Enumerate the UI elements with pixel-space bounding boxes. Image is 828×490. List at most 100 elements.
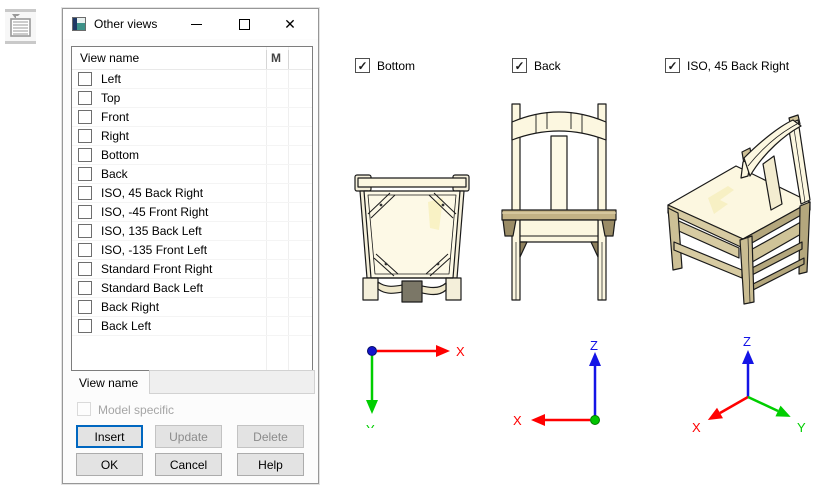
list-item-label: Bottom	[101, 148, 139, 162]
view-toggle-label: ISO, 45 Back Right	[687, 59, 789, 73]
chair-iso-view-drawing	[660, 112, 815, 312]
column-header-view-name: View name	[80, 51, 139, 65]
check-icon: ✓	[514, 59, 524, 73]
list-item-label: Back Right	[101, 300, 159, 314]
check-icon: ✓	[667, 59, 677, 73]
checkbox[interactable]	[78, 72, 92, 86]
ok-button[interactable]: OK	[76, 453, 143, 476]
y-axis-arrow	[748, 397, 778, 411]
list-item-label: ISO, 135 Back Left	[101, 224, 202, 238]
update-button[interactable]: Update	[155, 425, 222, 448]
axis-triad-iso-view: Z X Y	[680, 333, 820, 441]
list-item-label: Standard Back Left	[101, 281, 203, 295]
insert-button[interactable]: Insert	[76, 425, 143, 448]
list-item-label: Back Left	[101, 319, 151, 333]
app-icon	[72, 17, 86, 31]
checkbox[interactable]	[78, 91, 92, 105]
other-views-dialog: Other views ✕ View name M Left Top Front…	[62, 8, 319, 484]
list-item-iso-neg45-front-right[interactable]: ISO, -45 Front Right	[72, 203, 312, 222]
z-axis-dot	[368, 347, 377, 356]
list-item-iso-neg135-front-left[interactable]: ISO, -135 Front Left	[72, 241, 312, 260]
checkbox[interactable]	[78, 281, 92, 295]
header-divider	[288, 50, 289, 69]
list-item-back[interactable]: Back	[72, 165, 312, 184]
axis-triad-bottom-view: X Y	[352, 338, 470, 428]
list-item-right[interactable]: Right	[72, 127, 312, 146]
checkbox[interactable]	[78, 205, 92, 219]
list-item-label: Top	[101, 91, 120, 105]
list-item-label: Back	[101, 167, 128, 181]
z-axis-label: Z	[743, 334, 751, 349]
checkbox[interactable]	[78, 224, 92, 238]
list-item-left[interactable]: Left	[72, 70, 312, 89]
y-axis-dot	[591, 416, 600, 425]
list-item-label: Left	[101, 72, 121, 86]
x-axis-label: X	[456, 344, 465, 359]
list-item-label: ISO, -135 Front Left	[101, 243, 207, 257]
maximize-icon	[239, 19, 250, 30]
view-name-input[interactable]	[149, 370, 315, 394]
list-item-label: Standard Front Right	[101, 262, 212, 276]
checkbox[interactable]	[78, 262, 92, 276]
column-header-m: M	[271, 51, 281, 65]
list-item-back-right[interactable]: Back Right	[72, 298, 312, 317]
y-axis-label: Y	[366, 422, 375, 428]
checkbox[interactable]	[78, 243, 92, 257]
model-specific-checkbox[interactable]	[77, 402, 91, 416]
help-button[interactable]: Help	[237, 453, 304, 476]
minimize-icon	[191, 24, 202, 25]
checkbox-checked[interactable]: ✓	[665, 58, 680, 73]
chair-bottom-view-drawing	[350, 172, 474, 308]
checkbox[interactable]	[78, 186, 92, 200]
view-toggle-iso-45-back-right[interactable]: ✓ ISO, 45 Back Right	[665, 58, 789, 73]
list-header: View name M	[72, 47, 312, 70]
checkbox[interactable]	[78, 300, 92, 314]
icon-top-bar	[5, 9, 36, 12]
view-toggle-bottom[interactable]: ✓ Bottom	[355, 58, 415, 73]
view-list[interactable]: View name M Left Top Front Right Bottom …	[71, 46, 313, 371]
view-name-label: View name	[79, 376, 138, 390]
maximize-button[interactable]	[229, 14, 259, 34]
drawing-list-icon[interactable]	[5, 9, 36, 44]
cancel-button[interactable]: Cancel	[155, 453, 222, 476]
icon-bottom-bar	[5, 41, 36, 44]
x-axis-label: X	[513, 413, 522, 428]
list-item-iso-135-back-left[interactable]: ISO, 135 Back Left	[72, 222, 312, 241]
list-item-iso-45-back-right[interactable]: ISO, 45 Back Right	[72, 184, 312, 203]
minimize-button[interactable]	[181, 14, 211, 34]
x-axis-label: X	[692, 420, 701, 435]
axis-triad-back-view: Z X	[505, 336, 613, 428]
list-item-label: Front	[101, 110, 129, 124]
view-toggle-back[interactable]: ✓ Back	[512, 58, 561, 73]
y-axis-label: Y	[797, 420, 806, 435]
header-divider	[266, 50, 267, 69]
close-button[interactable]: ✕	[275, 14, 305, 34]
delete-button[interactable]: Delete	[237, 425, 304, 448]
list-item-label: ISO, -45 Front Right	[101, 205, 208, 219]
z-axis-label: Z	[590, 338, 598, 353]
dialog-title: Other views	[94, 17, 157, 31]
close-icon: ✕	[284, 17, 296, 31]
checkbox[interactable]	[78, 110, 92, 124]
x-axis-arrow	[720, 397, 748, 413]
checkbox-checked[interactable]: ✓	[355, 58, 370, 73]
list-item-standard-back-left[interactable]: Standard Back Left	[72, 279, 312, 298]
list-item-bottom[interactable]: Bottom	[72, 146, 312, 165]
check-icon: ✓	[357, 59, 367, 73]
chair-back-view-drawing	[500, 96, 618, 308]
list-item-top[interactable]: Top	[72, 89, 312, 108]
list-item-front[interactable]: Front	[72, 108, 312, 127]
list-item-label: ISO, 45 Back Right	[101, 186, 203, 200]
checkbox-checked[interactable]: ✓	[512, 58, 527, 73]
checkbox[interactable]	[78, 129, 92, 143]
checkbox[interactable]	[78, 148, 92, 162]
list-item-back-left[interactable]: Back Left	[72, 317, 312, 336]
document-lines-icon	[5, 9, 36, 44]
dialog-titlebar[interactable]: Other views ✕	[63, 9, 318, 39]
list-item-standard-front-right[interactable]: Standard Front Right	[72, 260, 312, 279]
checkbox[interactable]	[78, 319, 92, 333]
view-toggle-label: Back	[534, 59, 561, 73]
checkbox[interactable]	[78, 167, 92, 181]
model-specific-label: Model specific	[98, 403, 174, 417]
list-item-label: Right	[101, 129, 129, 143]
